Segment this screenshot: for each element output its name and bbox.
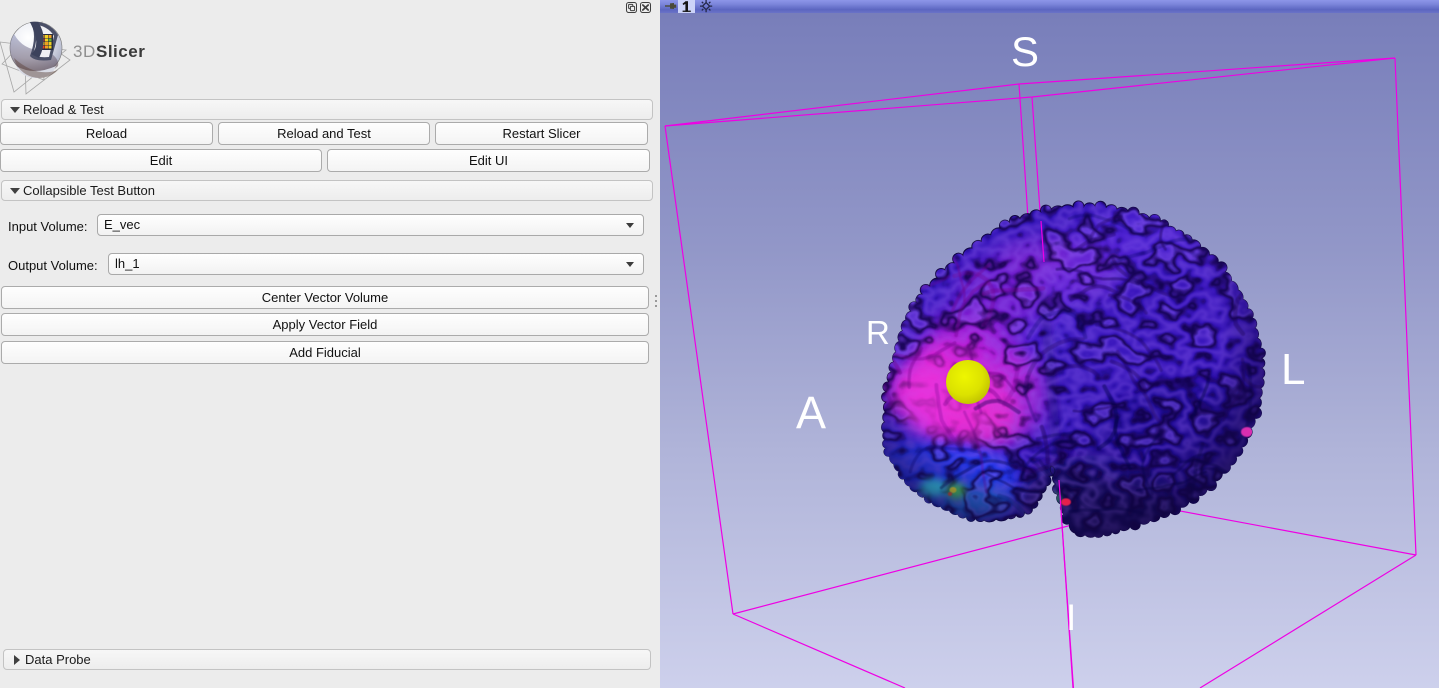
svg-text:3D: 3D bbox=[73, 42, 96, 61]
svg-text:Slicer: Slicer bbox=[96, 42, 145, 61]
